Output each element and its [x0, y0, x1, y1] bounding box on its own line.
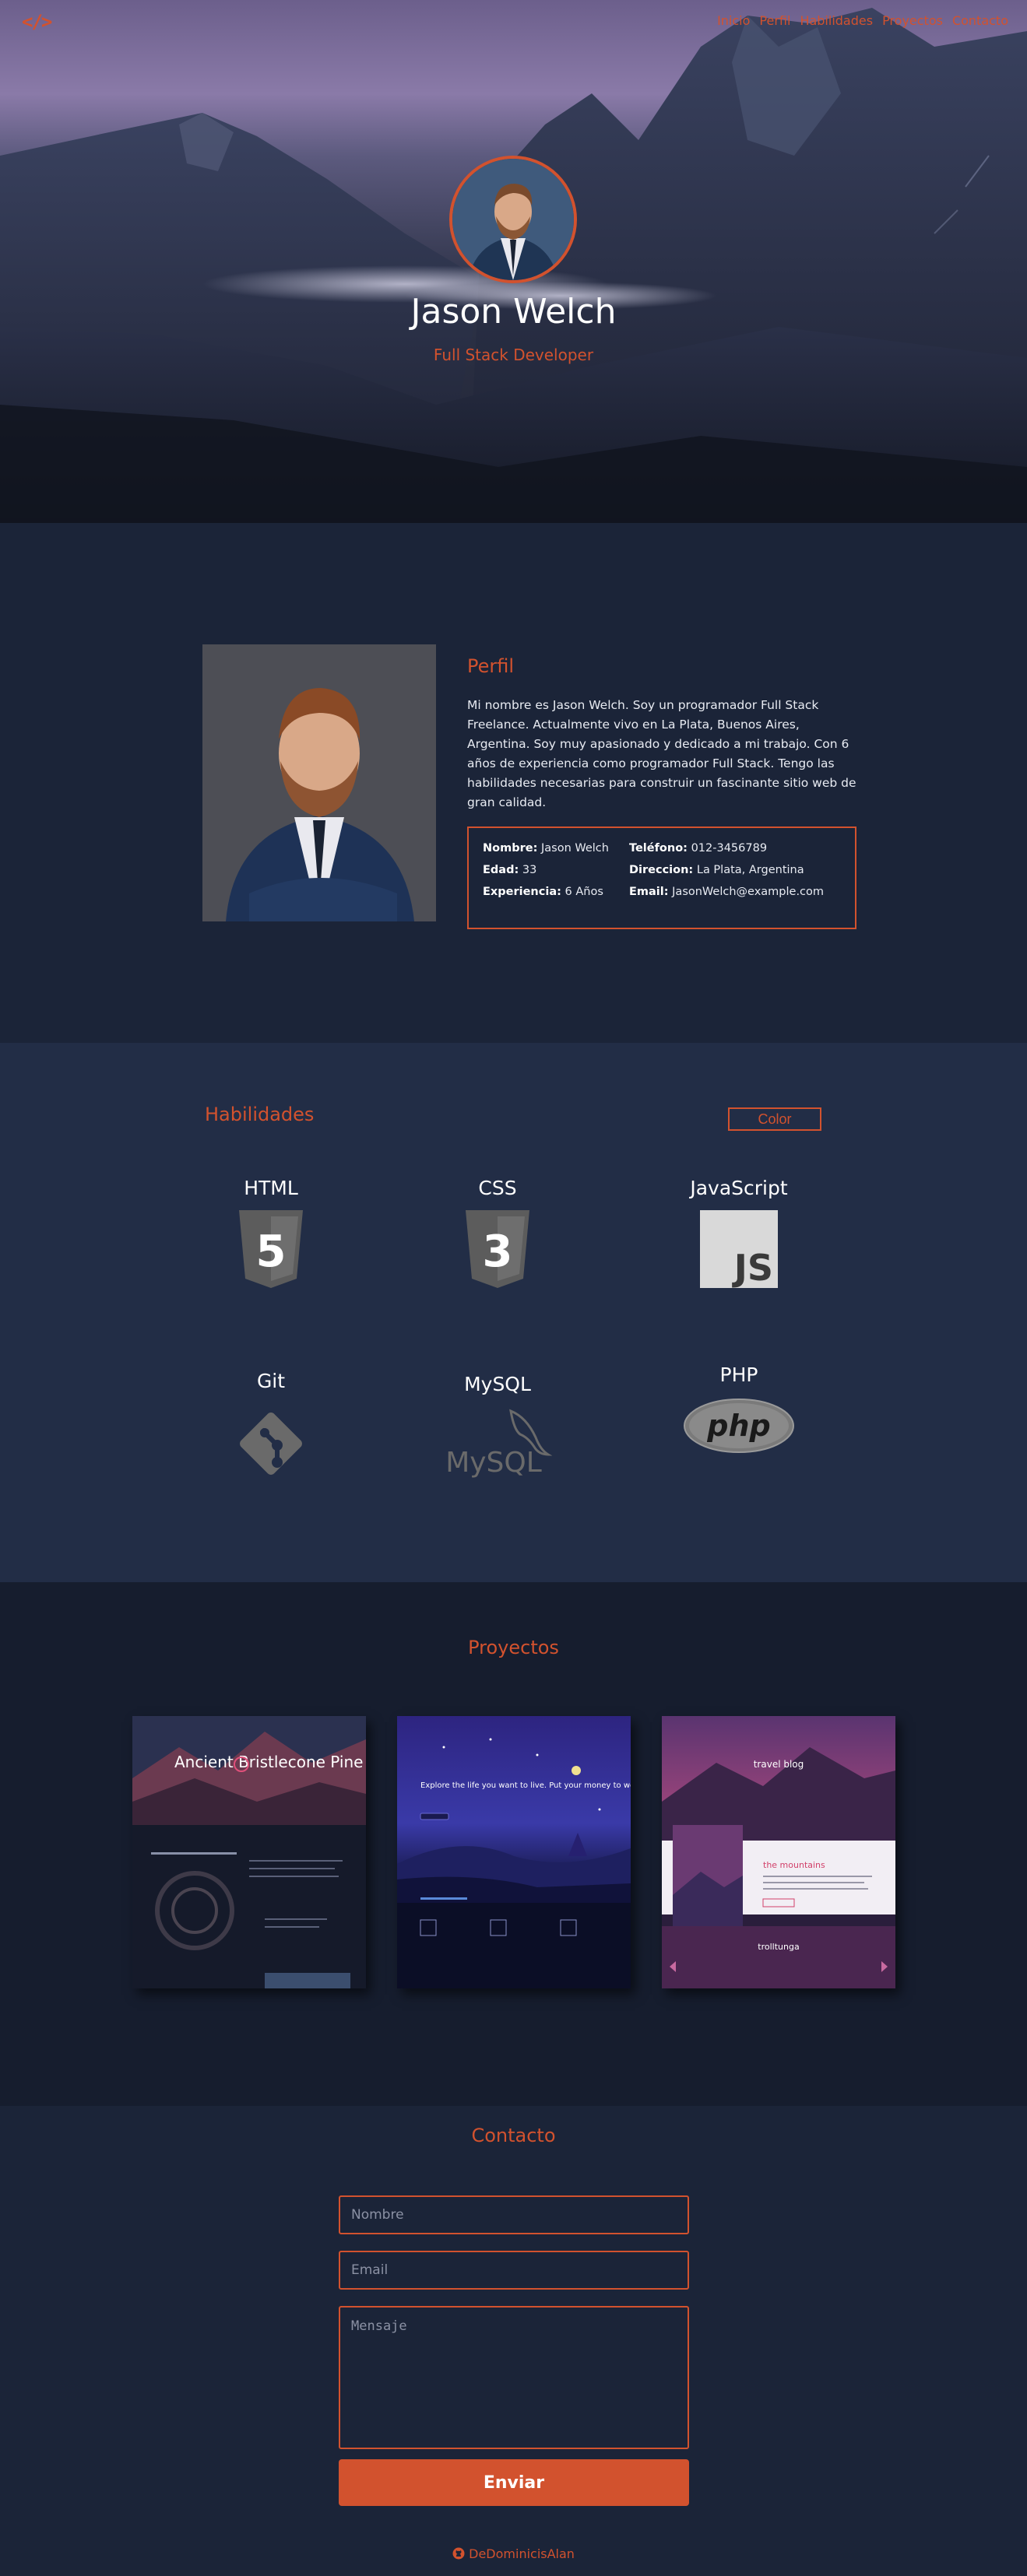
svg-text:Explore the life you want to l: Explore the life you want to live. Put y… — [420, 1781, 631, 1790]
skill-mysql: MySQL MySQL — [412, 1373, 583, 1481]
projects-title: Proyectos — [468, 1637, 559, 1658]
php-icon: php — [684, 1399, 794, 1453]
hero-section: Jason Welch Full Stack Developer — [0, 0, 1027, 523]
svg-text:the mountains: the mountains — [763, 1860, 825, 1870]
habilidades-section: Habilidades Color HTML 5 CSS 3 JavaScrip… — [0, 1043, 1027, 1582]
nav-link-habilidades[interactable]: Habilidades — [800, 13, 873, 28]
js-icon: JS — [700, 1210, 778, 1288]
info-telefono: Teléfono: 012-3456789 — [629, 842, 768, 855]
perfil-section: Perfil Mi nombre es Jason Welch. Soy un … — [0, 523, 1027, 1043]
github-link[interactable]: DeDominicisAlan — [469, 2546, 575, 2561]
project-card-2[interactable]: Explore the life you want to live. Put y… — [397, 1716, 631, 1988]
profile-photo — [202, 644, 436, 921]
project-1-thumbnail: Ancient Bristlecone Pine Forest — [132, 1716, 366, 1988]
info-edad: Edad: 33 — [483, 864, 537, 876]
project-card-1[interactable]: Ancient Bristlecone Pine Forest — [132, 1716, 366, 1988]
github-icon — [452, 2547, 465, 2560]
skill-html: HTML 5 — [185, 1177, 357, 1288]
skill-css: CSS 3 — [412, 1177, 583, 1288]
message-textarea[interactable] — [339, 2306, 689, 2449]
avatar-portrait-image — [452, 159, 574, 280]
contacto-section: Contacto Enviar — [0, 2106, 1027, 2576]
code-logo-icon[interactable]: </> — [22, 11, 52, 33]
svg-text:5: 5 — [256, 1227, 287, 1277]
mysql-icon: MySQL — [445, 1409, 553, 1479]
svg-text:php: php — [706, 1409, 770, 1443]
project-3-thumbnail: travel blog the mountains trolltunga — [662, 1716, 895, 1988]
top-nav: </> Inicio Perfil Habilidades Proyectos … — [0, 0, 1027, 45]
nav-link-contacto[interactable]: Contacto — [952, 13, 1008, 28]
proyectos-section: Proyectos Ancient Bristlecone Pine Fores… — [0, 1582, 1027, 2106]
perfil-title: Perfil — [467, 655, 515, 677]
send-button[interactable]: Enviar — [339, 2459, 689, 2506]
skill-javascript: JavaScript JS — [690, 1177, 788, 1288]
git-icon — [240, 1413, 302, 1475]
nav-link-perfil[interactable]: Perfil — [759, 13, 790, 28]
svg-text:travel blog: travel blog — [754, 1759, 804, 1770]
svg-text:trolltunga: trolltunga — [758, 1942, 799, 1952]
skills-title: Habilidades — [205, 1104, 315, 1125]
project-card-3[interactable]: travel blog the mountains trolltunga — [662, 1716, 895, 1988]
svg-text:3: 3 — [483, 1227, 513, 1277]
hero-name: Jason Welch — [410, 292, 617, 332]
nav-link-proyectos[interactable]: Proyectos — [882, 13, 943, 28]
nav-link-inicio[interactable]: Inicio — [717, 13, 750, 28]
perfil-bio: Mi nombre es Jason Welch. Soy un program… — [467, 698, 856, 809]
svg-text:JS: JS — [732, 1247, 773, 1288]
name-input[interactable] — [339, 2195, 689, 2234]
profile-portrait-image — [202, 644, 436, 921]
info-direccion: Direccion: La Plata, Argentina — [629, 864, 804, 876]
color-toggle-button[interactable]: Color — [728, 1107, 821, 1131]
email-input[interactable] — [339, 2251, 689, 2290]
svg-text:MySQL: MySQL — [445, 1447, 542, 1479]
contact-title: Contacto — [471, 2125, 556, 2146]
personal-info-box: Nombre: Jason Welch Teléfono: 012-345678… — [467, 826, 856, 929]
info-nombre: Nombre: Jason Welch — [483, 842, 609, 855]
info-experiencia: Experiencia: 6 Años — [483, 886, 603, 898]
skill-git: Git — [185, 1370, 357, 1484]
css3-icon: 3 — [466, 1210, 529, 1288]
avatar — [449, 156, 577, 283]
html5-icon: 5 — [239, 1210, 303, 1288]
hero-role: Full Stack Developer — [433, 346, 594, 364]
nav-links: Inicio Perfil Habilidades Proyectos Cont… — [717, 13, 1008, 28]
info-email: Email: JasonWelch@example.com — [629, 886, 825, 898]
skill-php: PHP php — [653, 1363, 825, 1455]
svg-text:Ancient Bristlecone Pine Fores: Ancient Bristlecone Pine Forest — [174, 1753, 366, 1771]
project-2-thumbnail: Explore the life you want to live. Put y… — [397, 1716, 631, 1988]
